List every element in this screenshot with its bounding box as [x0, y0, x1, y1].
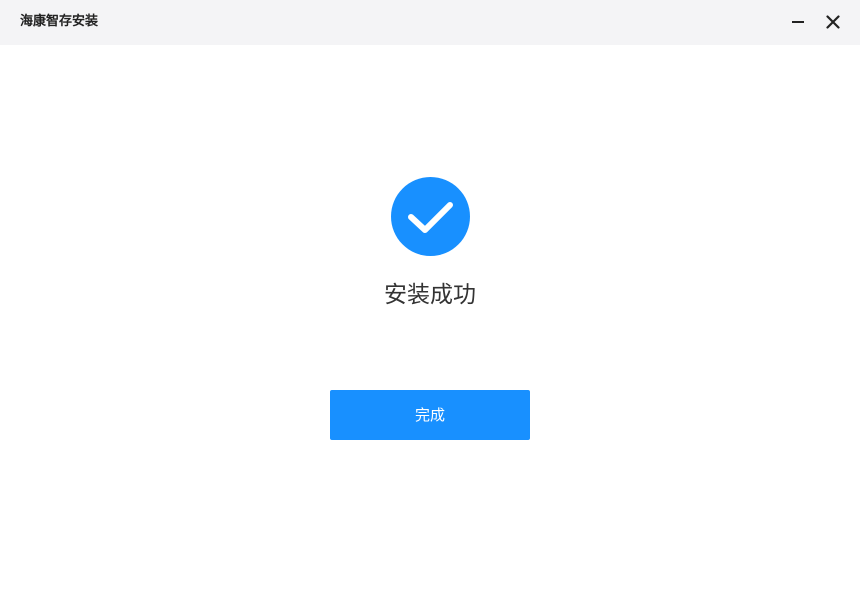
- minimize-icon: [792, 21, 804, 23]
- close-button[interactable]: [822, 11, 844, 33]
- minimize-button[interactable]: [787, 11, 809, 33]
- success-message: 安装成功: [384, 282, 476, 308]
- finish-button[interactable]: 完成: [330, 390, 530, 440]
- title-bar: 海康智存安装: [0, 0, 860, 45]
- check-circle-icon: [391, 177, 470, 256]
- close-icon: [826, 15, 840, 29]
- window-title: 海康智存安装: [20, 14, 99, 29]
